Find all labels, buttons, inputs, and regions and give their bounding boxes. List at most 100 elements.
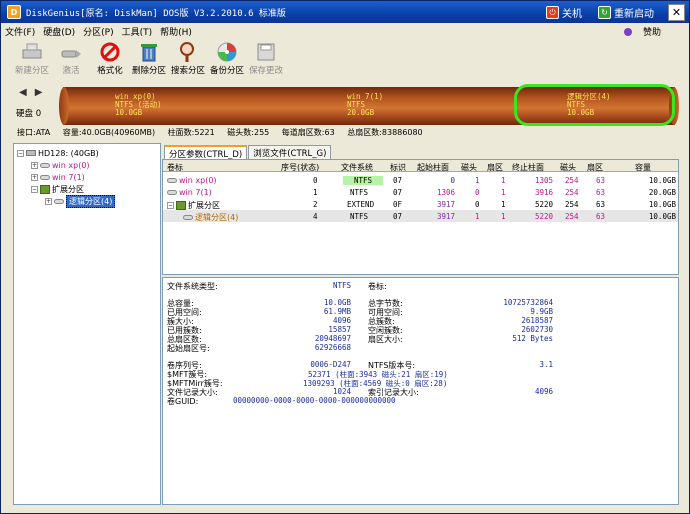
restart-button[interactable]: ↻ 重新启动 [592,5,660,20]
tab-partition-params[interactable]: 分区参数(CTRL_D) [164,145,248,160]
cell-start-head: 0 [475,188,480,197]
cell-seq: 4 [313,212,318,221]
tab-browse-files[interactable]: 浏览文件(CTRL_G) [248,145,332,159]
shutdown-label: 关机 [562,9,582,20]
menu-disk[interactable]: 硬盘(D) [43,25,75,38]
format-icon [98,41,122,63]
total-sectors-value: 20948697 [314,334,351,343]
segment-win7[interactable]: win 7(1) NTFS 20.0GB [347,93,383,117]
save-changes-button[interactable]: 保存更改 [247,41,285,76]
table-row[interactable]: win 7(1) 1 NTFS 07 1306 0 1 3916 254 63 … [163,186,678,198]
partition-icon [54,198,64,204]
expand-icon[interactable]: + [31,161,38,169]
backup-icon [215,41,239,63]
restart-icon: ↻ [598,6,611,19]
col-start-sec: 扇区 [487,163,503,172]
table-row[interactable]: − 扩展分区 2 EXTEND 0F 3917 0 1 5220 254 63 1… [163,198,678,210]
tree-disk[interactable]: − HD128: (40GB) [17,147,99,159]
search-partition-button[interactable]: 搜索分区 [169,41,207,76]
start-sector-value: 62926668 [314,343,351,352]
cell-size: 10.0GB [648,176,676,185]
cell-start-head: 1 [475,176,480,185]
collapse-icon[interactable]: − [31,185,38,193]
fs-type-value: NTFS [332,281,351,290]
collapse-icon[interactable]: − [17,149,24,157]
cell-start-sec: 1 [501,200,506,209]
tree-item-win7[interactable]: + win 7(1) [31,171,85,183]
power-icon: ⏻ [546,6,559,19]
menu-partition[interactable]: 分区(P) [83,25,113,38]
close-button[interactable]: ✕ [668,4,685,21]
tree-item-extended[interactable]: − 扩展分区 [31,183,84,195]
cell-seq: 2 [313,200,318,209]
cell-id: 0F [393,200,403,209]
start-sector-label: 起始扇区号: [167,344,210,353]
cell-start-sec: 1 [501,188,506,197]
free-clusters-value: 2602730 [521,325,553,334]
sector-size-value: 512 Bytes [512,334,553,343]
tree-item-logical[interactable]: + 逻辑分区(4) [45,194,116,208]
info-heads: 磁头数:255 [227,128,270,137]
segment-winxp[interactable]: win xp(0) NTFS (活动) 10.0GB [115,93,162,117]
new-partition-button[interactable]: 新建分区 [13,41,51,76]
table-row-selected[interactable]: 逻辑分区(4) 4 NTFS 07 3917 1 1 5220 254 63 1… [163,210,678,222]
tab-bar: 分区参数(CTRL_D) 浏览文件(CTRL_G) [164,145,332,160]
cell-end-cyl: 3916 [534,188,553,197]
cell-end-cyl: 1305 [534,176,553,185]
tree-item-label: 扩展分区 [52,184,84,194]
shutdown-button[interactable]: ⏻ 关机 [540,5,588,20]
cell-start-head: 1 [475,212,480,221]
info-interface: 接口:ATA [17,128,51,137]
ntfs-version-value: 3.1 [539,360,553,369]
expand-icon[interactable]: + [45,197,52,205]
disk-nav: ◀ ▶ [19,87,42,98]
col-end-head: 磁头 [560,163,576,172]
segment-logical-size: 10.0GB [567,108,595,117]
disk-icon [26,150,36,156]
partition-icon [40,162,50,168]
menu-file[interactable]: 文件(F) [5,25,35,38]
segment-logical[interactable]: 逻辑分区(4) NTFS 10.0GB [567,93,611,117]
menu-help[interactable]: 帮助(H) [160,25,192,38]
next-disk-icon[interactable]: ▶ [35,87,43,98]
format-button[interactable]: 格式化 [91,41,129,76]
menu-tools[interactable]: 工具(T) [122,25,153,38]
backup-partition-label: 备份分区 [209,66,244,76]
serial-value: 0006-D247 [310,360,351,369]
partition-icon [167,190,177,195]
col-end-cyl: 终止柱面 [512,163,544,172]
cell-end-cyl: 5220 [534,212,553,221]
cell-fs: NTFS [350,212,369,221]
info-sectors-per-track: 每道扇区数:63 [281,128,335,137]
collapse-icon[interactable]: − [167,202,174,209]
partition-icon [167,178,177,183]
delete-partition-button[interactable]: 删除分区 [130,41,168,76]
fs-type-label: 文件系统类型: [167,282,218,291]
prev-disk-icon[interactable]: ◀ [19,87,27,98]
disk-map: ◀ ▶ 硬盘 0 win xp(0) NTFS (活动) 10.0GB win … [1,83,689,126]
tree-item-winxp[interactable]: + win xp(0) [31,159,90,171]
donate-button[interactable]: 赞助 [623,25,669,38]
col-start-head: 磁头 [461,163,477,172]
backup-partition-button[interactable]: 备份分区 [208,41,246,76]
col-label: 卷标 [167,163,183,172]
new-partition-label: 新建分区 [14,66,49,76]
disk-info-line: 接口:ATA 容量:40.0GB(40960MB) 柱面数:5221 磁头数:2… [17,127,433,138]
cell-size: 10.0GB [648,212,676,221]
col-id: 标识 [390,163,406,172]
table-header: 卷标 序号(状态) 文件系统 标识 起始柱面 磁头 扇区 终止柱面 磁头 扇区 … [163,160,678,172]
cell-id: 07 [393,212,403,221]
col-size: 容量 [635,163,651,172]
cell-size: 10.0GB [648,200,676,209]
format-label: 格式化 [97,66,123,76]
cell-end-cyl: 5220 [534,200,553,209]
right-panel: 分区参数(CTRL_D) 浏览文件(CTRL_G) 卷标 序号(状态) 文件系统… [162,143,679,505]
index-record-size-value: 4096 [534,387,553,396]
activate-button[interactable]: 激活 [52,41,90,76]
expand-icon[interactable]: + [31,173,38,181]
table-row[interactable]: win xp(0) 0 NTFS 07 0 1 1 1305 254 63 10… [163,174,678,186]
total-clusters-value: 2618587 [521,316,553,325]
partition-icon [40,174,50,180]
cell-start-cyl: 1306 [436,188,455,197]
info-total-sectors: 总扇区数:83886080 [347,128,423,137]
